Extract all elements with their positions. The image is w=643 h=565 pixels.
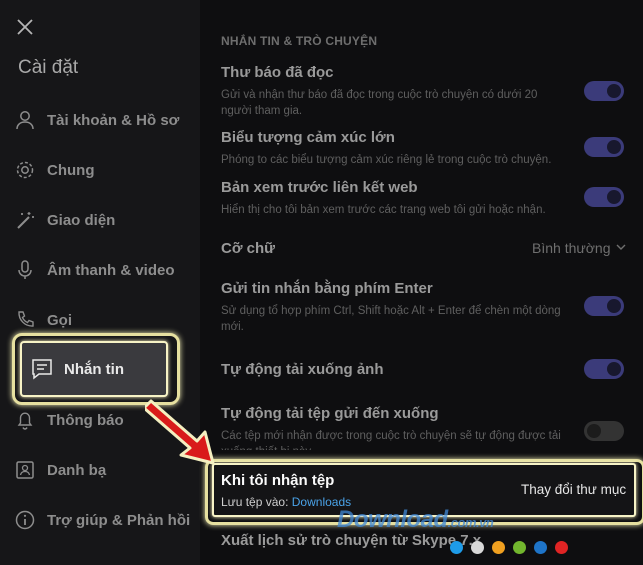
sidebar-item-appearance[interactable]: Giao diện — [0, 200, 200, 240]
font-size-title: Cỡ chữ — [221, 240, 276, 257]
link-preview-title: Bản xem trước liên kết web — [221, 179, 418, 196]
sidebar-item-label: Âm thanh & video — [47, 261, 175, 279]
export-history-title[interactable]: Xuất lịch sử trò chuyện từ Skype 7.x — [221, 532, 481, 549]
phone-icon — [13, 308, 37, 332]
read-receipts-desc: Gửi và nhận thư báo đã đọc trong cuộc tr… — [221, 89, 538, 117]
read-receipts-title: Thư báo đã đọc — [221, 64, 334, 81]
auto-download-files-toggle[interactable] — [584, 421, 624, 441]
chevron-down-icon — [615, 240, 627, 256]
save-to-label: Lưu tệp vào: — [221, 495, 289, 509]
settings-sidebar: Cài đặt Tài khoản & Hồ sơ Chung Giao diệ… — [0, 0, 200, 565]
read-receipts-toggle[interactable] — [584, 81, 624, 101]
gear-icon — [13, 158, 37, 182]
sidebar-item-label: Danh bạ — [47, 461, 107, 479]
info-icon — [13, 508, 37, 532]
font-size-select[interactable]: Bình thường — [532, 240, 627, 256]
sidebar-item-label: Gọi — [47, 311, 72, 329]
dot-3 — [492, 541, 505, 554]
large-emoji-toggle[interactable] — [584, 137, 624, 157]
dot-1 — [450, 541, 463, 554]
sidebar-item-account[interactable]: Tài khoản & Hồ sơ — [0, 100, 200, 140]
bell-icon — [13, 408, 37, 432]
watermark-logo: Download.com.vn — [337, 506, 494, 533]
close-icon[interactable] — [16, 18, 36, 38]
sidebar-item-help[interactable]: Trợ giúp & Phản hồi — [0, 500, 200, 540]
sidebar-item-label: Tài khoản & Hồ sơ — [47, 111, 180, 129]
auto-download-files-desc: Các tệp mới nhận được trong cuộc trò chu… — [221, 430, 561, 450]
person-icon — [13, 108, 37, 132]
font-size-value: Bình thường — [532, 240, 611, 256]
sidebar-item-label: Giao diện — [47, 211, 116, 229]
chat-icon — [30, 357, 54, 381]
link-preview-desc: Hiển thị cho tôi bản xem trước các trang… — [221, 204, 546, 216]
sidebar-item-label: Chung — [47, 161, 95, 179]
sidebar-item-messaging[interactable]: Nhắn tin — [20, 341, 168, 397]
dot-6 — [555, 541, 568, 554]
change-folder-button[interactable]: Thay đổi thư mục — [521, 482, 626, 497]
dot-4 — [513, 541, 526, 554]
watermark-dots — [450, 541, 568, 554]
auto-download-photos-title: Tự động tải xuống ảnh — [221, 361, 384, 378]
file-receive-desc: Lưu tệp vào: Downloads — [221, 495, 351, 509]
contacts-icon — [13, 458, 37, 482]
dot-2 — [471, 541, 484, 554]
pointer-arrow-icon — [145, 399, 215, 465]
sidebar-item-general[interactable]: Chung — [0, 150, 200, 190]
sidebar-item-label: Thông báo — [47, 411, 124, 429]
enter-send-toggle[interactable] — [584, 296, 624, 316]
microphone-icon — [13, 258, 37, 282]
sidebar-item-audio-video[interactable]: Âm thanh & video — [0, 250, 200, 290]
sidebar-item-label: Nhắn tin — [64, 360, 124, 378]
link-preview-toggle[interactable] — [584, 187, 624, 207]
sidebar-item-label: Trợ giúp & Phản hồi — [47, 511, 191, 529]
dot-5 — [534, 541, 547, 554]
file-receive-title: Khi tôi nhận tệp — [221, 472, 335, 489]
magic-wand-icon — [13, 208, 37, 232]
large-emoji-desc: Phóng to các biểu tượng cảm xúc riêng lẻ… — [221, 154, 552, 166]
section-title: NHẮN TIN & TRÒ CHUYỆN — [221, 34, 378, 48]
enter-send-desc: Sử dụng tổ hợp phím Ctrl, Shift hoặc Alt… — [221, 305, 561, 333]
large-emoji-title: Biểu tượng cảm xúc lớn — [221, 129, 395, 146]
settings-title: Cài đặt — [18, 57, 79, 78]
enter-send-title: Gửi tin nhắn bằng phím Enter — [221, 280, 433, 297]
auto-download-photos-toggle[interactable] — [584, 359, 624, 379]
auto-download-files-title: Tự động tải tệp gửi đến xuống — [221, 405, 439, 422]
